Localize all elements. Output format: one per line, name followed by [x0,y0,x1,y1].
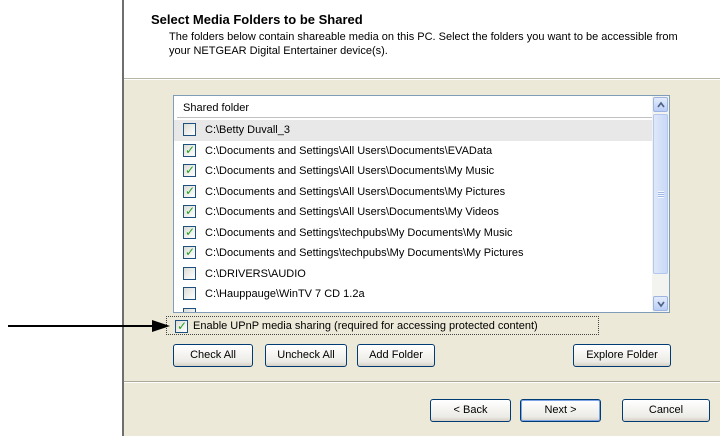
folder-rows: C:\Betty Duvall_3 ✓ C:\Documents and Setti… [174,120,652,312]
folder-checkbox[interactable]: ✓ [183,224,196,239]
column-header-label: Shared folder [183,102,250,114]
chevron-up-icon [657,101,665,108]
folder-path: C:\Documents and Settings\All Users\Docu… [205,185,506,198]
upnp-checkbox[interactable]: ✓ [175,319,188,333]
folder-path: C:\DRIVERS\AUDIO [205,267,306,280]
checkmark-icon: ✓ [185,163,196,177]
folder-row[interactable]: ✓ C:\Documents and Settings\All Users\Doc… [174,182,652,203]
upnp-label[interactable]: Enable UPnP media sharing (required for … [193,320,538,332]
folder-row[interactable]: ✓ C:\Documents and Settings\techpubs\My D… [174,223,652,244]
callout-arrow-icon [8,320,170,332]
shared-folder-list[interactable]: Shared folder C:\Betty Duvall_3 ✓ C:\Docum… [173,95,670,313]
back-button[interactable]: < Back [430,399,511,422]
page-description: The folders below contain shareable medi… [169,31,678,57]
footer-divider-highlight [124,382,720,383]
folder-path: C:\Documents and Settings\All Users\Docu… [205,144,493,157]
uncheck-all-button[interactable]: Uncheck All [265,344,347,367]
folder-row[interactable]: C:\DRIVERS\AUDIO [174,264,652,285]
folder-checkbox[interactable] [183,266,196,280]
folder-row[interactable] [174,305,652,312]
folder-checkbox[interactable]: ✓ [183,183,196,198]
folder-row[interactable]: C:\Hauppauge\WinTV 7 CD 1.2a [174,284,652,305]
scroll-up-button[interactable] [653,97,668,112]
column-header-divider [177,117,652,118]
folder-row[interactable]: ✓ C:\Documents and Settings\All Users\Doc… [174,202,652,223]
wizard-header: Select Media Folders to be Shared The fo… [124,0,720,79]
folder-path: C:\Betty Duvall_3 [205,124,290,136]
folder-checkbox[interactable]: ✓ [183,204,196,218]
add-folder-button[interactable]: Add Folder [357,344,435,367]
column-header-shared-folder[interactable]: Shared folder [174,96,652,120]
grip-icon [658,191,664,198]
cancel-button[interactable]: Cancel [622,399,710,422]
folder-checkbox[interactable]: ✓ [183,245,196,259]
checkmark-icon: ✓ [185,204,196,218]
scroll-thumb[interactable] [653,114,668,274]
folder-checkbox[interactable]: ✓ [183,142,196,157]
page-title: Select Media Folders to be Shared [151,12,363,27]
folder-path: C:\Documents and Settings\techpubs\My Do… [205,226,513,239]
folder-row[interactable]: ✓ C:\Documents and Settings\All Users\Doc… [174,141,652,162]
folder-row[interactable]: ✓ C:\Documents and Settings\All Users\Doc… [174,161,652,182]
checkmark-icon: ✓ [177,319,188,333]
checkmark-icon: ✓ [185,142,196,157]
folder-checkbox[interactable] [183,307,196,312]
folder-row[interactable]: ✓ C:\Documents and Settings\techpubs\My D… [174,243,652,264]
header-divider [124,79,720,80]
next-button[interactable]: Next > [520,399,601,422]
checkmark-icon: ✓ [185,224,196,239]
folder-path: C:\Hauppauge\WinTV 7 CD 1.2a [205,288,365,300]
chevron-down-icon [657,301,665,308]
scroll-down-button[interactable] [653,296,668,311]
folder-checkbox[interactable] [183,287,196,300]
vertical-scrollbar[interactable] [652,96,669,312]
folder-row[interactable]: C:\Betty Duvall_3 [174,120,652,141]
check-all-button[interactable]: Check All [173,344,253,367]
folder-path: C:\Documents and Settings\All Users\Docu… [205,206,499,218]
checkmark-icon: ✓ [185,245,196,259]
folder-path: C:\Documents and Settings\techpubs\My Do… [205,247,524,259]
explore-folder-button[interactable]: Explore Folder [573,344,671,367]
folder-checkbox[interactable]: ✓ [183,163,196,177]
folder-path: C:\Documents and Settings\All Users\Docu… [205,165,495,177]
folder-checkbox[interactable] [183,123,196,136]
checkmark-icon: ✓ [185,183,196,198]
